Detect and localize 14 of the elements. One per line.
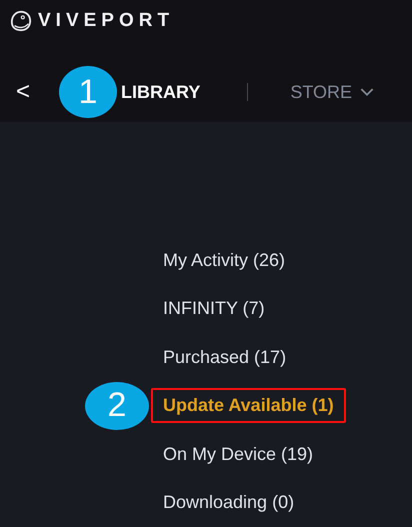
menu-item[interactable]: My Activity (26) — [151, 242, 298, 278]
menu-item[interactable]: Update Available (1) — [151, 388, 346, 424]
menu-item[interactable]: On My Device (19) — [151, 436, 326, 472]
callout-badge: 1 — [59, 66, 118, 118]
menu-item[interactable]: Downloading (0) — [151, 485, 306, 520]
nav-tab[interactable]: LIBRARY — [121, 82, 200, 102]
back-button[interactable]: < — [12, 78, 34, 106]
chevron-down-icon — [360, 88, 374, 96]
menu-item[interactable]: INFINITY (7) — [151, 291, 277, 326]
callout-badge: 2 — [85, 382, 149, 430]
brand-name: VIVEPORT — [38, 10, 174, 32]
logo-icon — [10, 10, 32, 32]
nav-tab[interactable]: STORE — [290, 82, 374, 102]
menu-item[interactable]: Purchased (17) — [151, 340, 298, 375]
